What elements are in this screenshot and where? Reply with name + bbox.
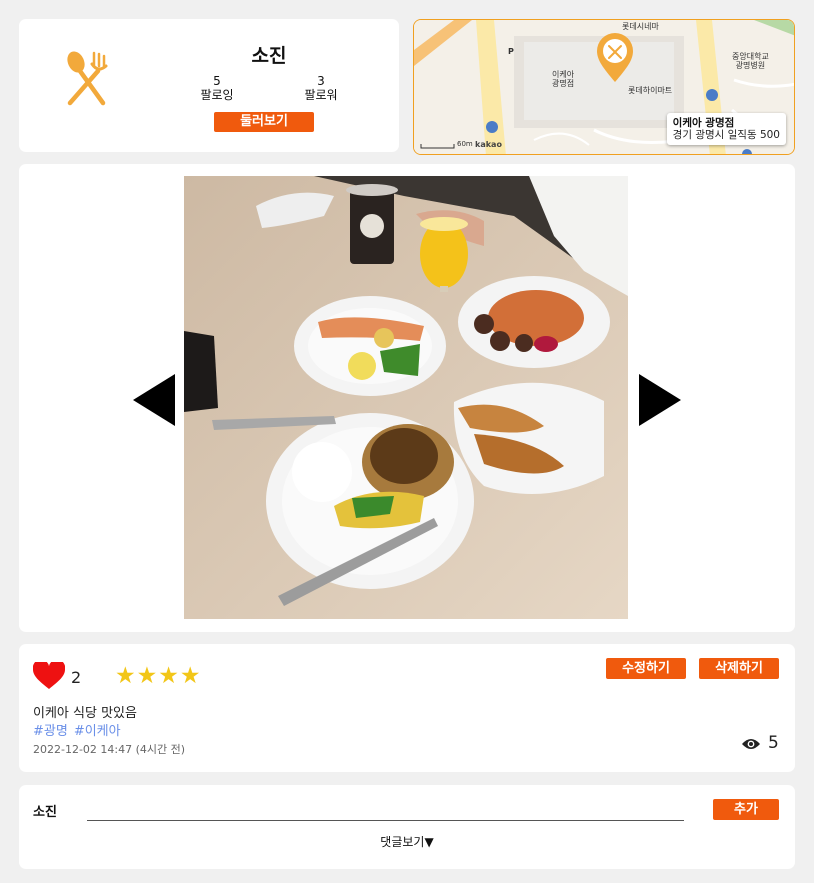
map-provider: kakao: [475, 140, 502, 149]
eye-icon: [742, 739, 760, 749]
fork-spoon-icon: [67, 51, 108, 106]
followers-stat[interactable]: 3 팔로워: [281, 74, 361, 102]
place-name: 이케아 광명점: [672, 117, 735, 129]
add-comment-button[interactable]: 추가: [713, 799, 779, 820]
map-scale: 60m: [457, 140, 473, 148]
tag-item[interactable]: #광명: [33, 724, 68, 739]
followers-count: 3: [317, 74, 325, 88]
post-content: 이케아 식당 맛있음: [33, 706, 137, 721]
like-count: 2: [71, 668, 82, 687]
photo-gallery: [19, 164, 795, 632]
comment-card: 소진 추가 댓글보기▼: [19, 785, 795, 869]
profile-username: 소진: [251, 45, 287, 67]
place-info: 이케아 광명점 경기 광명시 일직동 500: [666, 113, 786, 145]
arrow-left-icon[interactable]: [133, 374, 175, 426]
map-label-ikea: 이케아 광명점: [552, 70, 575, 88]
tag-list: #광명 #이케아: [33, 720, 127, 739]
map-label-mart: 롯데하이마트: [628, 86, 673, 95]
arrow-right-icon[interactable]: [639, 374, 681, 426]
browse-button[interactable]: 둘러보기: [214, 112, 314, 132]
map-label-cinema: 롯데시네마: [622, 22, 659, 31]
following-label: 팔로잉: [200, 88, 234, 102]
edit-button[interactable]: 수정하기: [606, 658, 686, 679]
food-photo: [184, 176, 628, 619]
post-info-card: 2 ★★★★ 수정하기 삭제하기 이케아 식당 맛있음 #광명 #이케아 2022…: [19, 644, 795, 772]
post-date: 2022-12-02 14:47 (4시간 전): [33, 743, 186, 756]
place-address: 경기 광명시 일직동 500: [672, 129, 780, 141]
followers-label: 팔로워: [304, 88, 338, 102]
profile-card: 소진 5 팔로잉 3 팔로워 둘러보기: [19, 19, 399, 152]
show-comments-toggle[interactable]: 댓글보기▼: [19, 833, 795, 850]
delete-button[interactable]: 삭제하기: [699, 658, 779, 679]
following-stat[interactable]: 5 팔로잉: [177, 74, 257, 102]
page: 소진 5 팔로잉 3 팔로워 둘러보기 롯데시네마 이케아 광명점 롯데하이마트…: [9, 6, 805, 883]
following-count: 5: [213, 74, 221, 88]
star-rating: ★★★★: [115, 663, 202, 689]
view-count: 5: [768, 733, 779, 753]
heart-icon[interactable]: [33, 662, 65, 690]
comment-username: 소진: [33, 805, 57, 820]
comment-input[interactable]: [87, 799, 684, 821]
location-map[interactable]: 롯데시네마 이케아 광명점 롯데하이마트 중앙대학교 광명병원 P 60m ka…: [413, 19, 795, 155]
map-label-hospital: 중앙대학교 광명병원: [732, 52, 769, 70]
map-label-parking: P: [508, 47, 514, 56]
tag-item[interactable]: #이케아: [74, 724, 121, 739]
